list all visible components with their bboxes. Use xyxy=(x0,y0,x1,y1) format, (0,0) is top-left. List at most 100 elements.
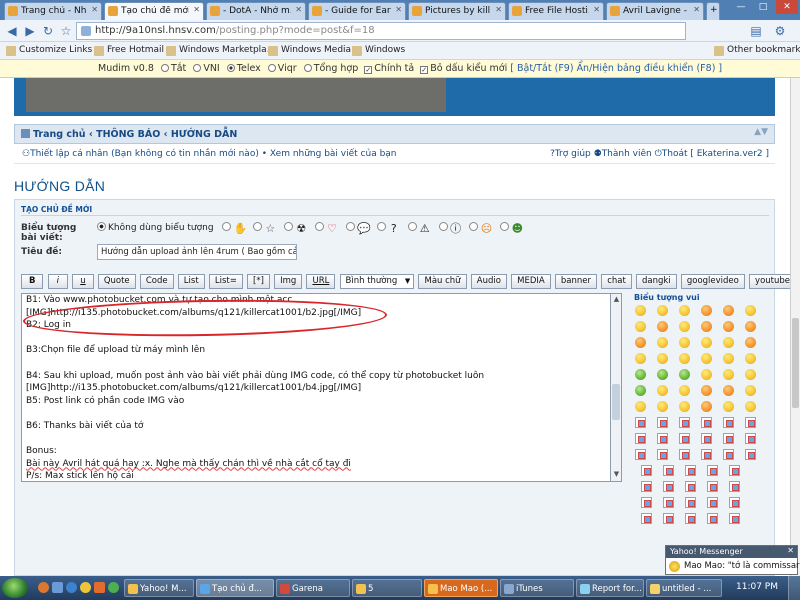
smiley-icon[interactable] xyxy=(745,401,756,412)
scroll-thumb[interactable] xyxy=(612,384,620,420)
close-tab-icon[interactable]: ✕ xyxy=(693,5,700,14)
close-icon[interactable]: ✕ xyxy=(787,546,794,555)
broken-image-icon[interactable] xyxy=(685,481,696,492)
broken-image-icon[interactable] xyxy=(685,465,696,476)
collapse-icon[interactable]: ▲▼ xyxy=(754,127,768,137)
tab-pictures[interactable]: Pictures by kill...✕ xyxy=(408,2,506,20)
task-mao-mao[interactable]: Mao Mao (... xyxy=(424,579,498,597)
smiley-icon[interactable] xyxy=(635,337,646,348)
broken-image-icon[interactable] xyxy=(663,465,674,476)
task-garena[interactable]: Garena xyxy=(276,579,350,597)
broken-image-icon[interactable] xyxy=(729,497,740,508)
broken-image-icon[interactable] xyxy=(707,513,718,524)
crumb-guide[interactable]: HƯỚNG DẪN xyxy=(171,129,237,140)
smiley-icon[interactable] xyxy=(657,305,668,316)
firefox-icon[interactable] xyxy=(38,582,49,593)
logout-link[interactable]: Thoát [ Ekaterina.ver2 ] xyxy=(662,149,769,159)
smiley-icon[interactable] xyxy=(745,337,756,348)
underline-button[interactable]: u xyxy=(72,274,94,289)
editor-scrollbar[interactable]: ▲ ▼ xyxy=(611,293,622,482)
smiley-icon[interactable] xyxy=(679,385,690,396)
youtube-button[interactable]: youtube xyxy=(749,274,790,289)
banner-button[interactable]: banner xyxy=(554,274,597,289)
broken-image-icon[interactable] xyxy=(701,417,712,428)
close-window-icon[interactable]: ✕ xyxy=(776,0,798,14)
smiley-icon[interactable] xyxy=(679,321,690,332)
broken-image-icon[interactable] xyxy=(723,417,734,428)
desktop-icon[interactable] xyxy=(52,582,63,593)
task-itunes[interactable]: iTunes xyxy=(500,579,574,597)
icon-radio[interactable] xyxy=(376,222,386,231)
broken-image-icon[interactable] xyxy=(723,449,734,460)
ie-icon[interactable] xyxy=(66,582,77,593)
broken-image-icon[interactable] xyxy=(745,417,756,428)
toggle-link[interactable]: [ Bật/Tắt (F9) xyxy=(510,63,573,74)
forward-icon[interactable]: ▶ xyxy=(22,23,38,39)
wrench-icon[interactable]: ⚙ xyxy=(772,23,788,39)
smiley-icon[interactable] xyxy=(657,385,668,396)
ucp-link[interactable]: Thiết lập cá nhân (Bạn không có tin nhắn… xyxy=(30,149,259,159)
broken-image-icon[interactable] xyxy=(641,481,652,492)
show-desktop-button[interactable] xyxy=(788,576,800,600)
mode-telex-radio[interactable] xyxy=(226,64,235,72)
smiley-icon[interactable] xyxy=(701,401,712,412)
bookmark-item[interactable]: Windows Marketpla... xyxy=(166,45,275,56)
broken-image-icon[interactable] xyxy=(635,433,646,444)
smiley-icon[interactable] xyxy=(679,353,690,364)
broken-image-icon[interactable] xyxy=(679,417,690,428)
code-button[interactable]: Code xyxy=(139,274,174,289)
back-icon[interactable]: ◀ xyxy=(4,23,20,39)
tab-tao-chu-de[interactable]: Tạo chủ đề mới...✕ xyxy=(104,2,204,20)
mode-viqr-radio[interactable] xyxy=(267,64,276,72)
broken-image-icon[interactable] xyxy=(729,465,740,476)
other-bookmarks[interactable]: Other bookmarks xyxy=(714,45,800,56)
smiley-icon[interactable] xyxy=(701,385,712,396)
mode-combined-radio[interactable] xyxy=(303,64,312,72)
tab-trang-chu[interactable]: Trang chủ - Nh...✕ xyxy=(4,2,102,20)
bookmark-item[interactable]: Customize Links xyxy=(6,45,92,56)
smiley-icon[interactable] xyxy=(679,401,690,412)
tab-dota[interactable]: - DotA - Nhớ m... ✕ xyxy=(206,2,306,20)
font-size-select[interactable]: Bình thường xyxy=(339,274,415,289)
icon-radio[interactable] xyxy=(345,222,355,231)
yahoo-icon[interactable] xyxy=(80,582,91,593)
ordered-list-button[interactable]: List= xyxy=(208,274,243,289)
smiley-icon[interactable] xyxy=(745,305,756,316)
icon-radio[interactable] xyxy=(438,222,448,231)
broken-image-icon[interactable] xyxy=(701,433,712,444)
smiley-icon[interactable] xyxy=(657,337,668,348)
new-accent-checkbox[interactable]: ✓ xyxy=(420,66,429,74)
broken-image-icon[interactable] xyxy=(679,433,690,444)
broken-image-icon[interactable] xyxy=(641,497,652,508)
task-yahoo[interactable]: Yahoo! M... xyxy=(124,579,194,597)
broken-image-icon[interactable] xyxy=(729,513,740,524)
smiley-icon[interactable] xyxy=(723,337,734,348)
broken-image-icon[interactable] xyxy=(657,417,668,428)
list-button[interactable]: List xyxy=(177,274,205,289)
smiley-icon[interactable] xyxy=(745,385,756,396)
maximize-icon[interactable]: □ xyxy=(752,0,774,14)
crumb-announcements[interactable]: THÔNG BÁO xyxy=(96,129,160,140)
img-button[interactable]: Img xyxy=(274,274,303,289)
dangki-button[interactable]: dangki xyxy=(635,274,677,289)
broken-image-icon[interactable] xyxy=(723,433,734,444)
chrome-icon[interactable] xyxy=(108,582,119,593)
page-menu-icon[interactable]: ▤ xyxy=(748,23,764,39)
close-tab-icon[interactable]: ✕ xyxy=(91,5,98,14)
broken-image-icon[interactable] xyxy=(745,449,756,460)
smiley-icon[interactable] xyxy=(635,385,646,396)
faq-link[interactable]: Trợ giúp xyxy=(555,149,591,159)
quote-button[interactable]: Quote xyxy=(97,274,136,289)
scroll-down-icon[interactable]: ▼ xyxy=(612,470,621,480)
yahoo-notification[interactable]: Yahoo! Messenger ✕ Mao Mao: "tớ là commis… xyxy=(665,545,800,575)
googlevideo-button[interactable]: googlevideo xyxy=(680,274,745,289)
font-color-button[interactable]: Màu chữ xyxy=(418,274,467,289)
broken-image-icon[interactable] xyxy=(685,497,696,508)
broken-image-icon[interactable] xyxy=(641,513,652,524)
smiley-icon[interactable] xyxy=(679,337,690,348)
smiley-icon[interactable] xyxy=(635,369,646,380)
broken-image-icon[interactable] xyxy=(707,465,718,476)
address-input[interactable]: http://9a10nsl.hnsv.com/posting.php?mode… xyxy=(76,22,686,40)
bookmark-item[interactable]: Windows xyxy=(352,45,405,56)
italic-button[interactable]: i xyxy=(47,274,69,289)
